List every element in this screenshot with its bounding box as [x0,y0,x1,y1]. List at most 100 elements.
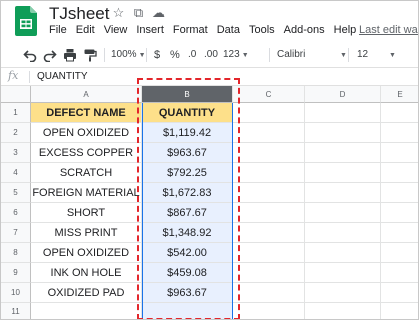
menu-format[interactable]: Format [173,24,208,36]
cell-c5[interactable] [233,183,305,203]
cell-a9[interactable]: INK ON HOLE [31,263,142,283]
zoom-select[interactable]: 100% ▼ [111,47,146,63]
column-header-b[interactable]: B [142,86,233,103]
cell-b9[interactable]: $459.08 [142,263,233,283]
cell-a3[interactable]: EXCESS COPPER [31,143,142,163]
cell-e8[interactable] [381,243,418,263]
star-icon[interactable]: ☆ [110,5,127,21]
menu-edit[interactable]: Edit [76,24,95,36]
row-header-1[interactable]: 1 [1,103,31,123]
menu-file[interactable]: File [49,24,67,36]
menu-help[interactable]: Help [334,24,357,36]
font-size-chevron[interactable]: ▼ [387,47,396,63]
last-edit-link[interactable]: Last edit was [359,24,418,36]
cell-a1[interactable]: DEFECT NAME [31,103,142,123]
undo-icon[interactable] [23,48,37,62]
cell-e9[interactable] [381,263,418,283]
cell-e6[interactable] [381,203,418,223]
cell-c7[interactable] [233,223,305,243]
cell-d8[interactable] [305,243,381,263]
document-title[interactable]: TJsheet [49,4,109,24]
more-formats-select[interactable]: 123 ▼ [223,47,249,63]
font-size-select[interactable]: 12 [357,47,368,63]
cell-d7[interactable] [305,223,381,243]
row-header-9[interactable]: 9 [1,263,31,283]
select-all-corner[interactable] [1,86,31,103]
cell-e4[interactable] [381,163,418,183]
cell-b8[interactable]: $542.00 [142,243,233,263]
cell-d5[interactable] [305,183,381,203]
cell-d3[interactable] [305,143,381,163]
row-header-5[interactable]: 5 [1,183,31,203]
row-header-4[interactable]: 4 [1,163,31,183]
menu-add-ons[interactable]: Add-ons [284,24,325,36]
percent-format-button[interactable]: % [170,47,180,63]
cell-c6[interactable] [233,203,305,223]
row-header-2[interactable]: 2 [1,123,31,143]
cell-e11[interactable] [381,303,418,319]
cell-e7[interactable] [381,223,418,243]
row-header-8[interactable]: 8 [1,243,31,263]
cell-b3[interactable]: $963.67 [142,143,233,163]
menu-tools[interactable]: Tools [249,24,275,36]
cell-a10[interactable]: OXIDIZED PAD [31,283,142,303]
cell-d4[interactable] [305,163,381,183]
print-icon[interactable] [63,48,77,62]
row-header-3[interactable]: 3 [1,143,31,163]
cell-e5[interactable] [381,183,418,203]
cell-a2[interactable]: OPEN OXIDIZED [31,123,142,143]
move-to-folder-icon[interactable]: ⧉ [130,5,147,21]
cell-d11[interactable] [305,303,381,319]
cell-b10[interactable]: $963.67 [142,283,233,303]
cell-b2[interactable]: $1,119.42 [142,123,233,143]
formula-input[interactable]: QUANTITY [37,71,88,82]
cell-e3[interactable] [381,143,418,163]
cell-c4[interactable] [233,163,305,183]
column-header-c[interactable]: C [233,86,305,103]
row-header-10[interactable]: 10 [1,283,31,303]
cell-a8[interactable]: OPEN OXIDIZED [31,243,142,263]
cell-a11[interactable] [31,303,142,319]
cell-a6[interactable]: SHORT [31,203,142,223]
cell-e1[interactable] [381,103,418,123]
increase-decimal-button[interactable]: .00 [204,47,218,63]
cell-c9[interactable] [233,263,305,283]
cell-d9[interactable] [305,263,381,283]
cell-c11[interactable] [233,303,305,319]
cell-c8[interactable] [233,243,305,263]
row-header-7[interactable]: 7 [1,223,31,243]
font-family-chevron[interactable]: ▼ [338,47,347,63]
cell-a5[interactable]: FOREIGN MATERIAL [31,183,142,203]
paint-format-icon[interactable] [83,48,97,62]
font-family-select[interactable]: Calibri [277,47,305,63]
column-header-d[interactable]: D [305,86,381,103]
cell-b6[interactable]: $867.67 [142,203,233,223]
cell-b5[interactable]: $1,672.83 [142,183,233,203]
cell-a7[interactable]: MISS PRINT [31,223,142,243]
cell-d1[interactable] [305,103,381,123]
cell-c10[interactable] [233,283,305,303]
column-header-a[interactable]: A [31,86,142,103]
sheets-logo-icon[interactable] [15,6,37,36]
cell-d10[interactable] [305,283,381,303]
cell-d6[interactable] [305,203,381,223]
cell-d2[interactable] [305,123,381,143]
cell-b11[interactable] [142,303,233,319]
cell-b7[interactable]: $1,348.92 [142,223,233,243]
menu-view[interactable]: View [104,24,128,36]
cell-c1[interactable] [233,103,305,123]
decrease-decimal-button[interactable]: .0 [188,47,196,63]
row-header-6[interactable]: 6 [1,203,31,223]
cell-b4[interactable]: $792.25 [142,163,233,183]
cloud-status-icon[interactable]: ☁ [150,5,167,21]
row-header-11[interactable]: 11 [1,303,31,319]
cell-a4[interactable]: SCRATCH [31,163,142,183]
menu-data[interactable]: Data [217,24,240,36]
column-header-e[interactable]: E [381,86,418,103]
currency-format-button[interactable]: $ [154,47,160,63]
cell-e2[interactable] [381,123,418,143]
redo-icon[interactable] [43,48,57,62]
cell-e10[interactable] [381,283,418,303]
cell-c3[interactable] [233,143,305,163]
cell-b1[interactable]: QUANTITY [142,103,233,123]
